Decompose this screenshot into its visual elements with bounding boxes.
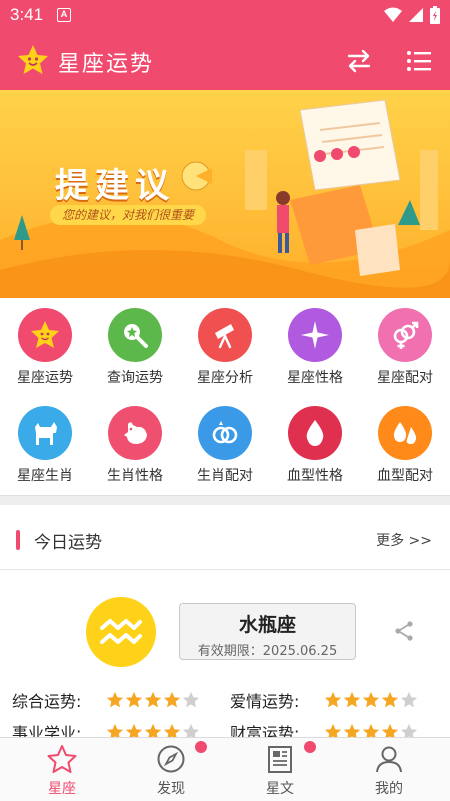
fortune-love: 爱情运势: bbox=[230, 688, 418, 712]
banner-subtitle: 您的建议，对我们很重要 bbox=[50, 205, 207, 225]
magnifier-icon bbox=[108, 308, 162, 362]
nav-tab-discover[interactable]: 发现 bbox=[115, 738, 227, 801]
star-empty-icon bbox=[400, 691, 418, 708]
feedback-banner[interactable]: 提建议 您的建议，对我们很重要 bbox=[0, 90, 450, 298]
grid-label: 血型配对 bbox=[377, 468, 433, 484]
nav-label: 我的 bbox=[375, 781, 403, 797]
star-logo-icon bbox=[18, 45, 48, 74]
star-filled-icon bbox=[324, 691, 342, 708]
rating-stars bbox=[324, 691, 418, 709]
wifi-icon bbox=[384, 7, 402, 22]
signal-icon bbox=[409, 8, 423, 22]
star-filled-icon bbox=[125, 691, 143, 708]
dog-icon bbox=[18, 406, 72, 460]
grid-item-analysis[interactable]: 星座分析 bbox=[180, 298, 270, 388]
rooster-icon bbox=[108, 406, 162, 460]
section-divider bbox=[0, 495, 450, 505]
fortune-label: 爱情运势: bbox=[230, 692, 300, 711]
blood-drop-icon bbox=[288, 406, 342, 460]
grid-label: 生肖性格 bbox=[107, 468, 163, 484]
sparkle-icon bbox=[288, 308, 342, 362]
star-filled-icon bbox=[362, 691, 380, 708]
status-app-badge: A bbox=[57, 8, 71, 22]
nav-tab-articles[interactable]: 星文 bbox=[224, 738, 336, 801]
person-icon bbox=[376, 746, 402, 773]
swap-button[interactable] bbox=[344, 46, 374, 76]
grid-label: 星座分析 bbox=[197, 370, 253, 386]
star-empty-icon bbox=[182, 691, 200, 708]
grid-item-query-fortune[interactable]: 查询运势 bbox=[90, 298, 180, 388]
section-title: 今日运势 bbox=[34, 533, 102, 553]
star-filled-icon bbox=[163, 691, 181, 708]
rings-icon bbox=[198, 406, 252, 460]
grid-item-blood-character[interactable]: 血型性格 bbox=[270, 396, 360, 486]
list-menu-button[interactable] bbox=[404, 46, 434, 76]
sign-card[interactable]: 水瓶座 有效期限：2025.06.25 bbox=[179, 603, 356, 660]
nav-label: 星座 bbox=[48, 781, 76, 797]
grid-item-animal-character[interactable]: 生肖性格 bbox=[90, 396, 180, 486]
status-bar: 3:41 A bbox=[0, 0, 450, 31]
star-face-icon bbox=[18, 308, 72, 362]
nav-label: 星文 bbox=[266, 781, 294, 797]
star-filled-icon bbox=[106, 691, 124, 708]
compass-icon bbox=[157, 745, 185, 773]
star-filled-icon bbox=[144, 691, 162, 708]
grid-item-blood-pairing[interactable]: 血型配对 bbox=[360, 396, 450, 486]
aquarius-icon[interactable] bbox=[86, 597, 156, 667]
grid-item-pairing[interactable]: 星座配对 bbox=[360, 298, 450, 388]
app-title: 星座运势 bbox=[58, 52, 155, 77]
grid-label: 生肖配对 bbox=[197, 468, 253, 484]
status-time: 3:41 bbox=[10, 5, 44, 24]
sign-valid-date: 有效期限：2025.06.25 bbox=[197, 644, 338, 659]
today-header: 今日运势 更多 >> bbox=[0, 510, 450, 570]
rating-stars bbox=[106, 691, 200, 709]
grid-item-star-fortune[interactable]: 星座运势 bbox=[0, 298, 90, 388]
share-icon[interactable] bbox=[392, 619, 416, 643]
bottom-nav: 星座 发现 星文 我的 bbox=[0, 737, 450, 801]
grid-label: 血型性格 bbox=[287, 468, 343, 484]
status-icons bbox=[384, 6, 440, 24]
grid-item-character[interactable]: 星座性格 bbox=[270, 298, 360, 388]
grid-label: 星座性格 bbox=[287, 370, 343, 386]
star-filled-icon bbox=[343, 691, 361, 708]
grid-label: 星座配对 bbox=[377, 370, 433, 386]
battery-icon bbox=[430, 6, 440, 24]
star-outline-icon bbox=[47, 745, 77, 773]
grid-label: 星座运势 bbox=[17, 370, 73, 386]
app-bar: 星座运势 bbox=[0, 31, 450, 90]
article-icon bbox=[268, 746, 292, 773]
fortune-label: 综合运势: bbox=[12, 692, 82, 711]
grid-label: 星座生肖 bbox=[17, 468, 73, 484]
gender-pair-icon bbox=[378, 308, 432, 362]
grid-item-animal-pairing[interactable]: 生肖配对 bbox=[180, 396, 270, 486]
notification-dot bbox=[304, 741, 316, 753]
more-link[interactable]: 更多 >> bbox=[376, 530, 432, 550]
grid-item-zodiac-animal[interactable]: 星座生肖 bbox=[0, 396, 90, 486]
sign-name: 水瓶座 bbox=[238, 614, 296, 636]
star-filled-icon bbox=[381, 691, 399, 708]
grid-label: 查询运势 bbox=[107, 370, 163, 386]
banner-title: 提建议 bbox=[55, 166, 175, 206]
notification-dot bbox=[195, 741, 207, 753]
fortune-overall: 综合运势: bbox=[12, 688, 200, 712]
nav-tab-mine[interactable]: 我的 bbox=[333, 738, 445, 801]
section-marker bbox=[16, 530, 20, 550]
blood-drops-icon bbox=[378, 406, 432, 460]
nav-tab-constellation[interactable]: 星座 bbox=[6, 738, 118, 801]
nav-label: 发现 bbox=[157, 781, 185, 797]
telescope-icon bbox=[198, 308, 252, 362]
